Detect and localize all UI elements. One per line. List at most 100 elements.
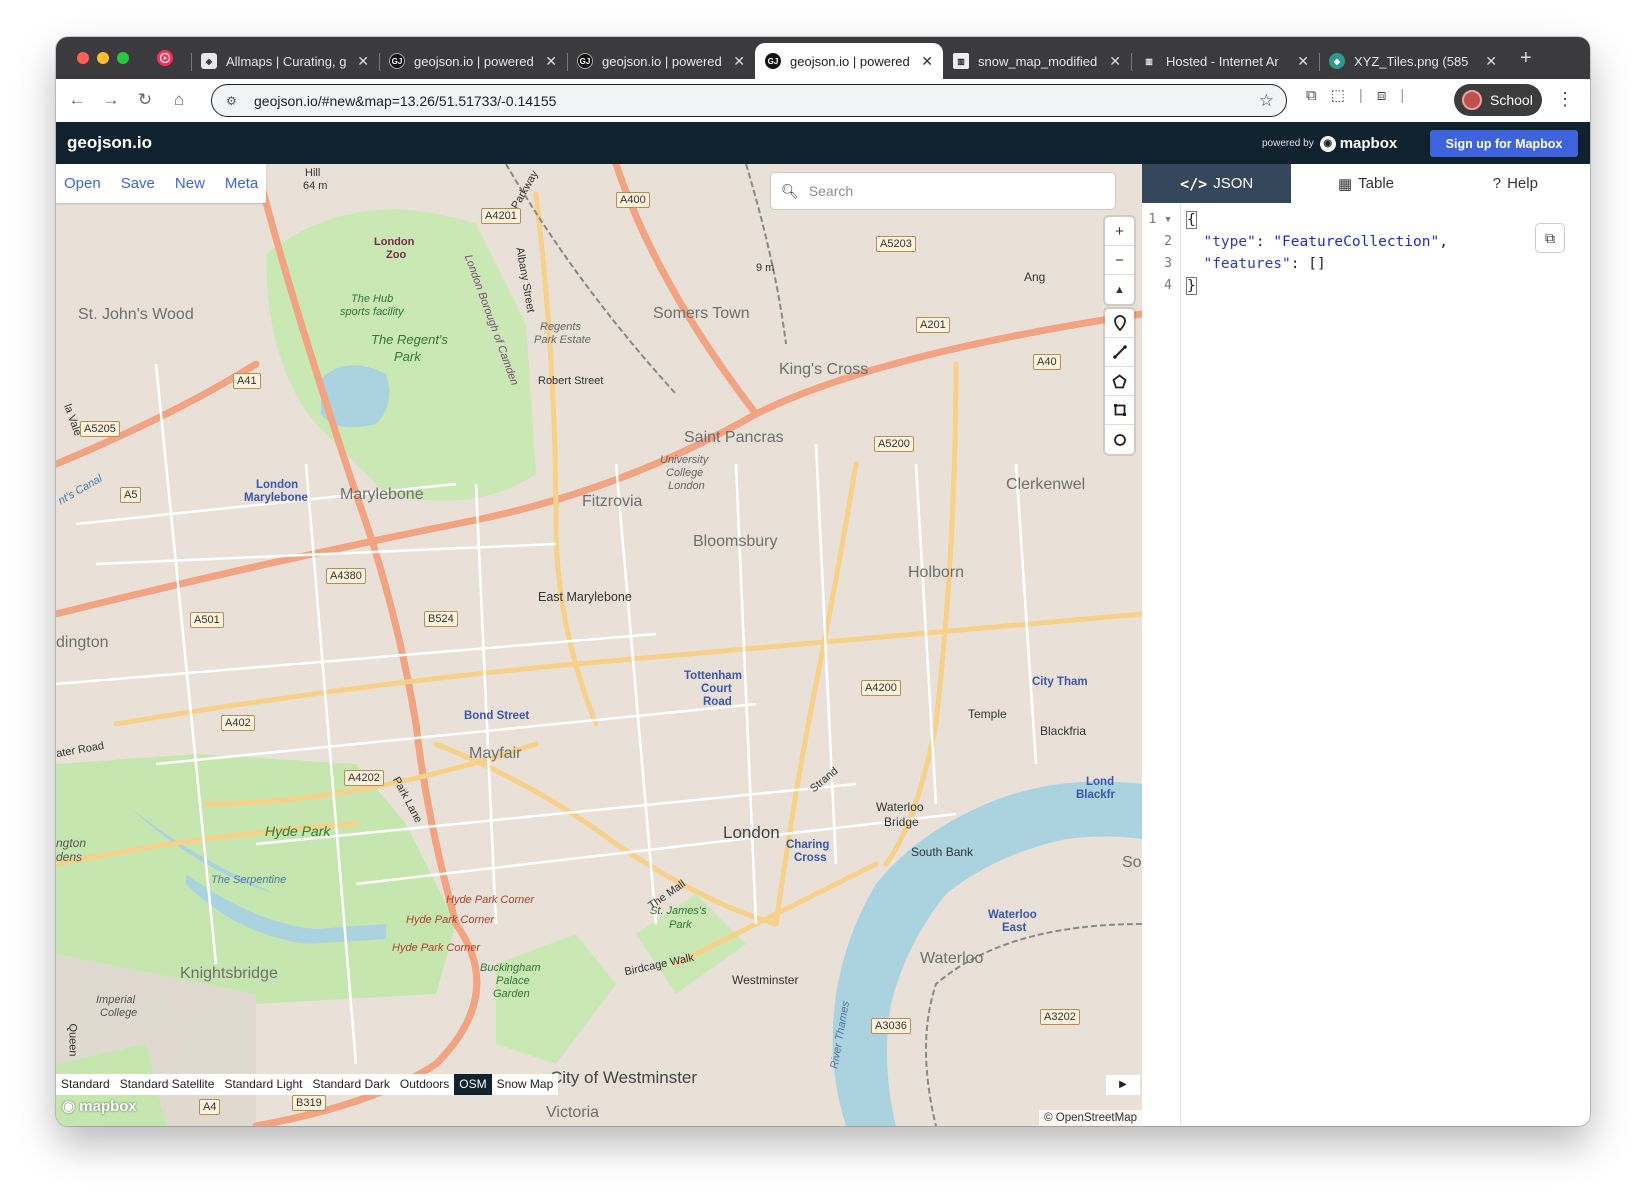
layer-standard[interactable]: Standard — [56, 1074, 115, 1095]
tab-geojson-2[interactable]: GJ geojson.io | powered ✕ — [567, 43, 755, 79]
tab-title: Allmaps | Curating, g — [226, 53, 347, 69]
youtube-music-icon[interactable] — [156, 49, 174, 67]
road-shield-a201: A201 — [916, 317, 950, 333]
st-james-park-label-2: Park — [669, 919, 692, 931]
draw-rectangle-button[interactable] — [1105, 396, 1134, 425]
map-attribution[interactable]: © OpenStreetMap — [1039, 1110, 1142, 1126]
line-number: 2 — [1164, 234, 1172, 249]
meta-button[interactable]: Meta — [225, 175, 258, 192]
tab-allmaps[interactable]: ◈ Allmaps | Curating, g ✕ — [191, 43, 379, 79]
minimize-window-button[interactable] — [97, 52, 109, 64]
map-canvas[interactable]: Hill 64 m London Zoo St. John's Wood The… — [56, 164, 1142, 1126]
new-tab-icon[interactable]: + — [1508, 43, 1544, 74]
road-shield-a4: A4 — [199, 1099, 221, 1115]
tab-search-icon[interactable]: ⧈ — [1377, 87, 1387, 104]
tab-close-icon[interactable]: ✕ — [1485, 53, 1497, 70]
code-line: } — [1186, 275, 1448, 297]
blackfriars-label: Blackfria — [1040, 724, 1087, 738]
maximize-window-button[interactable] — [117, 52, 129, 64]
zoom-out-button[interactable]: − — [1105, 246, 1134, 275]
road-shield-a4202: A4202 — [344, 770, 384, 786]
mapbox-brand[interactable]: ◉ mapbox — [1319, 135, 1397, 152]
tab-json[interactable]: </> JSON — [1142, 164, 1292, 203]
extensions-icon[interactable]: ⬚ — [1331, 86, 1345, 104]
home-icon[interactable]: ⌂ — [164, 85, 194, 115]
regents-estate-label-2: Park Estate — [534, 334, 591, 346]
marker-icon — [1113, 315, 1126, 331]
back-arrow-icon[interactable]: ← — [62, 85, 92, 115]
new-button[interactable]: New — [175, 175, 205, 192]
tab-title: Hosted - Internet Ar — [1166, 53, 1279, 69]
kings-cross-label: King's Cross — [779, 361, 869, 378]
draw-polygon-button[interactable] — [1105, 367, 1134, 396]
copy-button[interactable]: ⧉ — [1535, 223, 1565, 253]
tab-json-label: JSON — [1213, 175, 1254, 192]
knightsbridge-label: Knightsbridge — [180, 965, 278, 982]
tab-separator — [379, 53, 380, 71]
close-window-button[interactable] — [77, 52, 89, 64]
reload-icon[interactable]: ↻ — [130, 85, 160, 115]
layer-standard-light[interactable]: Standard Light — [219, 1074, 307, 1095]
signup-button[interactable]: Sign up for Mapbox — [1430, 130, 1578, 157]
road-shield-a3036: A3036 — [871, 1018, 911, 1034]
hyde-park-corner-label: Hyde Park Corner — [446, 894, 535, 906]
draw-circle-button[interactable] — [1105, 425, 1134, 454]
tab-close-icon[interactable]: ✕ — [921, 53, 933, 70]
zoom-in-button[interactable]: + — [1105, 217, 1134, 246]
json-editor[interactable]: 1 ▾ 2 3 4 { "type": "FeatureCollection",… — [1142, 203, 1590, 1126]
draw-line-button[interactable] — [1105, 338, 1134, 367]
app-header: geojson.io powered by ◉ mapbox Sign up f… — [56, 122, 1590, 164]
tab-geojson-1[interactable]: GJ geojson.io | powered ✕ — [379, 43, 567, 79]
layer-outdoors[interactable]: Outdoors — [395, 1074, 454, 1095]
search-input[interactable]: 🔍︎ Search — [771, 173, 1115, 209]
tab-close-icon[interactable]: ✕ — [733, 53, 745, 70]
buckingham-label: Buckingham — [480, 962, 541, 974]
address-bar[interactable]: ⚙ geojson.io/#new&map=13.26/51.51733/-0.… — [211, 84, 1287, 117]
tab-xyz-tiles[interactable]: ◆ XYZ_Tiles.png (585 ✕ — [1319, 43, 1507, 79]
save-button[interactable]: Save — [121, 175, 155, 192]
bookmark-star-icon[interactable]: ☆ — [1259, 91, 1274, 111]
tab-close-icon[interactable]: ✕ — [357, 53, 369, 70]
site-settings-icon[interactable]: ⚙ — [226, 94, 242, 108]
mapbox-map-logo[interactable]: ◉ mapbox — [62, 1097, 137, 1115]
compass-button[interactable]: ▲ — [1105, 275, 1134, 304]
tab-close-icon[interactable]: ✕ — [1109, 53, 1121, 70]
tab-geojson-active[interactable]: GJ geojson.io | powered ✕ — [755, 43, 943, 79]
layer-snow-map[interactable]: Snow Map — [492, 1074, 559, 1095]
serpentine-label: The Serpentine — [211, 874, 287, 886]
layer-standard-dark[interactable]: Standard Dark — [308, 1074, 395, 1095]
browser-menu-icon[interactable]: ⋮ — [1556, 89, 1574, 110]
open-button[interactable]: Open — [64, 175, 101, 192]
clerkenwell-label: Clerkenwel — [1006, 476, 1086, 493]
avatar — [1462, 90, 1482, 110]
line-number: 3 — [1164, 256, 1172, 271]
imperial-college-label-2: College — [100, 1007, 138, 1019]
app-logo[interactable]: geojson.io — [67, 133, 152, 153]
tab-title: XYZ_Tiles.png (585 — [1354, 53, 1469, 69]
road-shield-b319: B319 — [292, 1095, 326, 1111]
profile-button[interactable]: School — [1454, 84, 1542, 116]
tab-close-icon[interactable]: ✕ — [545, 53, 557, 70]
southwark-label: So — [1122, 854, 1142, 871]
copy-icon: ⧉ — [1545, 229, 1555, 246]
chevron-right-icon[interactable]: ▶ — [1106, 1075, 1140, 1095]
road-shield-a5: A5 — [120, 487, 142, 503]
angel-label: Ang — [1024, 270, 1046, 284]
tab-separator — [191, 53, 192, 71]
translate-icon[interactable]: ⧉ — [1306, 87, 1317, 104]
layer-standard-satellite[interactable]: Standard Satellite — [115, 1074, 220, 1095]
tab-table[interactable]: ▦ Table — [1291, 164, 1440, 203]
tab-snow-map[interactable]: ▥ snow_map_modified ✕ — [943, 43, 1131, 79]
layer-osm[interactable]: OSM — [454, 1074, 492, 1095]
tab-help[interactable]: ? Help — [1441, 164, 1590, 203]
road-shield-a501: A501 — [190, 612, 224, 628]
east-marylebone-label: East Marylebone — [538, 590, 632, 604]
forward-arrow-icon[interactable]: → — [96, 85, 126, 115]
imperial-college-label: Imperial — [96, 994, 136, 1006]
draw-point-button[interactable] — [1105, 309, 1134, 338]
geojson-icon: GJ — [577, 53, 593, 69]
tab-internet-archive[interactable]: ▥ Hosted - Internet Ar ✕ — [1131, 43, 1319, 79]
tab-close-icon[interactable]: ✕ — [1297, 53, 1309, 70]
regents-park-label-2: Park — [394, 349, 421, 364]
code-content[interactable]: { "type": "FeatureCollection", "features… — [1186, 209, 1448, 297]
